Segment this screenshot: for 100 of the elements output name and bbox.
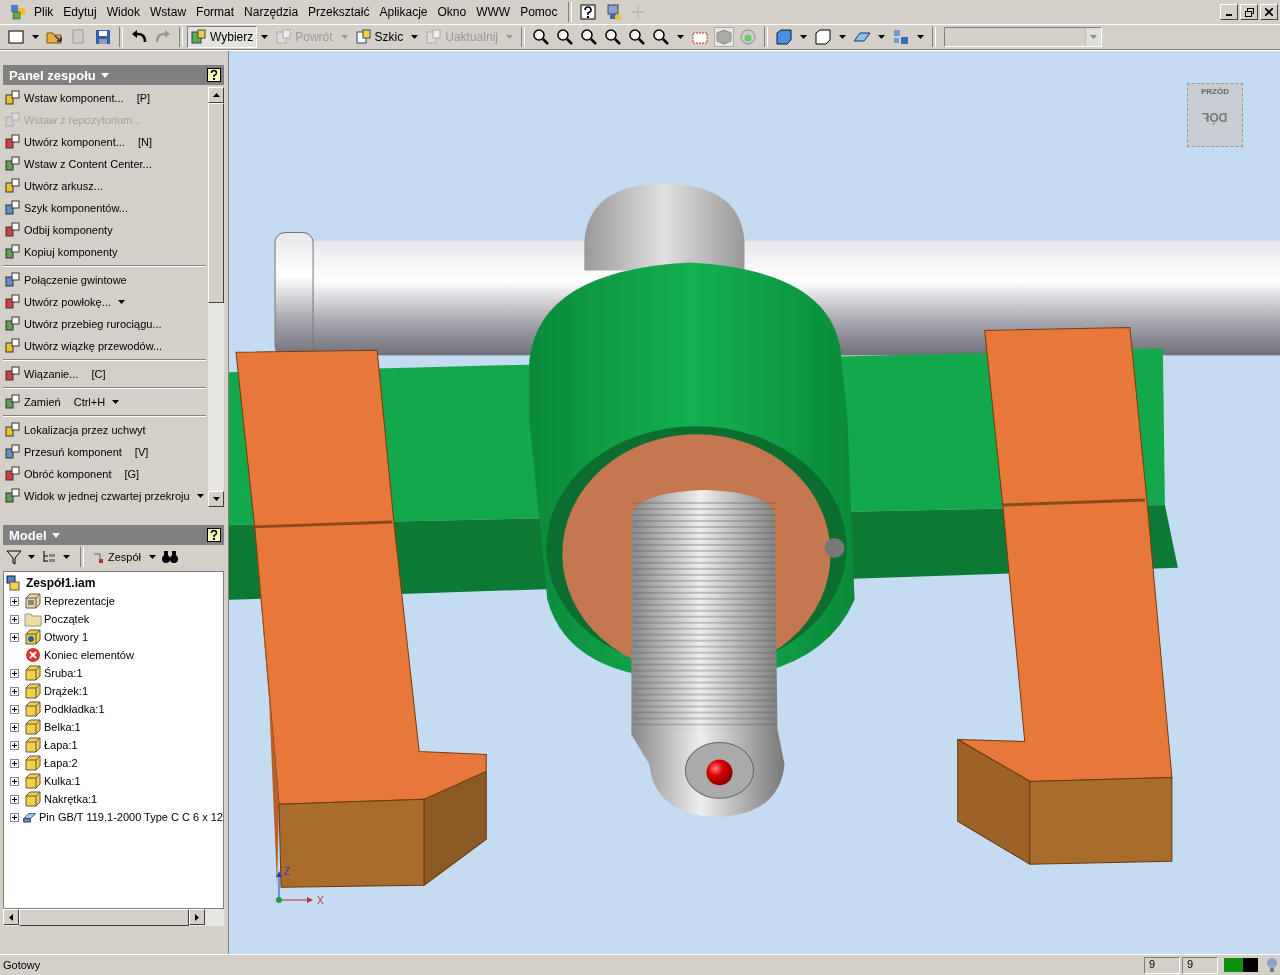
grid-icon[interactable] (891, 28, 910, 46)
command-icon[interactable] (5, 156, 21, 172)
command-icon[interactable] (5, 222, 21, 238)
binoculars-icon[interactable] (162, 550, 179, 564)
expand-toggle-icon[interactable] (10, 632, 19, 642)
view-tool-icon[interactable] (651, 28, 670, 46)
menu-item[interactable]: WWW (472, 5, 517, 19)
tree-item[interactable]: Koniec elementów (4, 646, 223, 664)
menu-item[interactable]: Format (192, 5, 241, 19)
command-item[interactable]: Utwórz arkusz... (3, 175, 208, 197)
tree-item[interactable]: Śruba:1 (4, 664, 223, 682)
caret-icon[interactable] (838, 35, 846, 39)
scrollbar[interactable] (208, 87, 224, 507)
caret-icon[interactable] (117, 300, 125, 304)
command-item[interactable]: Widok w jednej czwartej przekroju (3, 485, 208, 507)
menu-item[interactable]: Pomoc (516, 5, 564, 19)
restore-icon[interactable] (1244, 7, 1254, 17)
scrollbar[interactable] (3, 909, 224, 926)
tree-item[interactable]: Podkładka:1 (4, 700, 223, 718)
caret-icon[interactable] (63, 555, 70, 559)
command-item[interactable]: Obróć komponent [G] (3, 463, 208, 485)
panel-title[interactable]: Model (9, 527, 47, 543)
tree-item[interactable]: Belka:1 (4, 718, 223, 736)
new-file-icon[interactable] (7, 28, 25, 46)
menu-item[interactable]: Okno (433, 5, 473, 19)
command-item[interactable]: Wstaw z Content Center... (3, 153, 208, 175)
command-icon[interactable] (5, 338, 21, 354)
command-item[interactable]: Utwórz komponent... [N] (3, 131, 208, 153)
command-item[interactable]: Szyk komponentów... (3, 197, 208, 219)
assembly-view-button[interactable]: Zespół (90, 550, 144, 564)
command-icon[interactable] (5, 466, 21, 482)
tree-view-icon[interactable] (41, 549, 57, 565)
toolbar-button[interactable]: Szkic (351, 26, 408, 48)
tree-item[interactable]: Drążek:1 (4, 682, 223, 700)
caret-icon[interactable] (196, 494, 204, 498)
tree-item[interactable]: Reprezentacje (4, 592, 223, 610)
menu-item[interactable]: Widok (102, 5, 147, 19)
view-cube-label[interactable]: PRZÓD (1201, 87, 1229, 96)
command-item[interactable]: Odbij komponenty (3, 219, 208, 241)
command-icon[interactable] (5, 294, 21, 310)
command-icon[interactable] (5, 134, 21, 150)
tool-icon[interactable] (355, 29, 372, 45)
caret-icon[interactable] (28, 555, 35, 559)
caret-icon[interactable] (32, 35, 39, 39)
help-icon[interactable] (207, 528, 221, 542)
view-cube[interactable]: PRZÓD DÓŁ (1187, 83, 1243, 147)
combo-box[interactable] (943, 27, 1102, 47)
command-item[interactable]: Przesuń komponent [V] (3, 441, 208, 463)
command-icon[interactable] (5, 244, 21, 260)
expand-toggle-icon[interactable] (10, 614, 19, 624)
expand-toggle-icon[interactable] (10, 722, 19, 732)
command-icon[interactable] (5, 90, 21, 106)
command-icon[interactable] (5, 444, 21, 460)
tool-icon[interactable] (191, 29, 207, 45)
menu-item[interactable]: Narzędzia (240, 5, 305, 19)
filter-icon[interactable] (6, 549, 22, 565)
menu-item[interactable]: Edytuj (59, 5, 103, 19)
expand-toggle-icon[interactable] (10, 668, 19, 678)
expand-toggle-icon[interactable] (10, 686, 19, 696)
tree-item[interactable]: Łapa:2 (4, 754, 223, 772)
command-icon[interactable] (5, 316, 21, 332)
minimize-button[interactable] (1220, 4, 1238, 20)
box-icon[interactable] (813, 28, 832, 46)
caret-icon[interactable] (261, 35, 269, 39)
caret-icon[interactable] (799, 35, 807, 39)
command-icon[interactable] (5, 272, 21, 288)
scroll-right-icon[interactable] (195, 913, 199, 921)
command-item[interactable]: Wstaw komponent... [P] (3, 87, 208, 109)
scroll-left-icon[interactable] (9, 913, 13, 921)
command-icon[interactable] (5, 422, 21, 438)
scroll-down-icon[interactable] (212, 497, 220, 501)
tree-item[interactable]: Nakrętka:1 (4, 790, 223, 808)
close-button[interactable] (1260, 4, 1278, 20)
command-item[interactable]: Utwórz wiązkę przewodów... (3, 335, 208, 357)
view-tool-icon[interactable] (603, 28, 622, 46)
command-item[interactable]: Utwórz przebieg rurociągu... (3, 313, 208, 335)
menu-item[interactable]: Przekształć (304, 5, 376, 19)
command-icon[interactable] (5, 488, 21, 504)
expand-toggle-icon[interactable] (10, 704, 19, 714)
tree-item[interactable]: Otwory 1 (4, 628, 223, 646)
caret-icon[interactable] (149, 555, 157, 559)
caret-icon[interactable] (916, 35, 924, 39)
view-tool-icon[interactable] (531, 28, 550, 46)
view-tool-icon[interactable] (555, 28, 574, 46)
tree-item[interactable]: Pin GB/T 119.1-2000 Type C C 6 x 12 (4, 808, 223, 826)
shaded-cube-icon[interactable] (714, 28, 733, 46)
expand-toggle-icon[interactable] (10, 740, 19, 750)
command-icon[interactable] (5, 200, 21, 216)
assembly-model-drawing[interactable] (229, 183, 1280, 888)
help-icon[interactable] (207, 68, 221, 82)
caret-icon[interactable] (877, 35, 885, 39)
expand-toggle-icon[interactable] (10, 776, 19, 786)
command-item[interactable]: Wiązanie... [C] (3, 363, 208, 385)
caret-icon[interactable] (676, 35, 684, 39)
command-icon[interactable] (5, 178, 21, 194)
menu-item[interactable]: Plik (30, 5, 60, 19)
command-icon[interactable] (5, 394, 21, 410)
cube-icon[interactable] (774, 28, 793, 46)
expand-toggle-icon[interactable] (10, 794, 19, 804)
menu-item[interactable]: Aplikacje (375, 5, 434, 19)
